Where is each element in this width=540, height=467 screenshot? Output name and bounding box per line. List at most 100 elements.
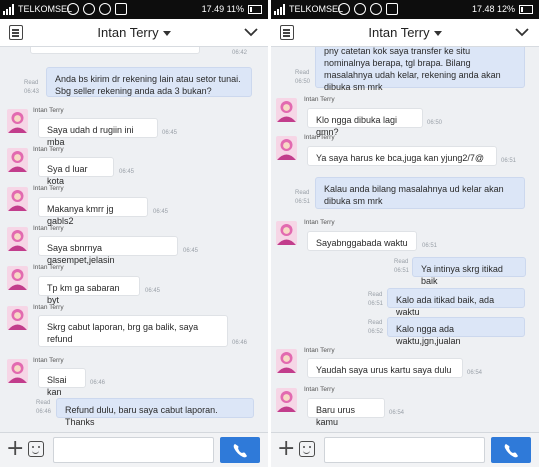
- whatsapp-icon: [338, 3, 350, 15]
- message-bubble-incoming[interactable]: Tp km ga sabaran byt: [38, 276, 140, 305]
- message-time: 06:43: [24, 89, 40, 95]
- message-bubble-outgoing[interactable]: Anda bs kirim dr rekening lain atau seto…: [46, 67, 252, 97]
- message-time: 06:42: [232, 50, 248, 56]
- message-bubble-incoming[interactable]: Makanya kmrr jg gabls2: [38, 197, 148, 226]
- message-bubble-outgoing[interactable]: Kalo ada itikad baik, ada waktu: [387, 288, 525, 317]
- avatar[interactable]: [7, 148, 28, 172]
- messenger-icon: [370, 3, 382, 15]
- message-time: 06:51: [501, 158, 517, 164]
- bbm-icon: [83, 3, 95, 15]
- avatar[interactable]: [276, 98, 297, 122]
- message-bubble-outgoing[interactable]: Kalo ngga ada waktu,jgn,jualan: [387, 317, 525, 346]
- caret-down-icon: [433, 31, 442, 37]
- message-bubble-outgoing[interactable]: Kalau anda bilang masalahnya ud kelar ak…: [315, 177, 525, 209]
- avatar[interactable]: [7, 187, 28, 211]
- clock-battery-text: 17.49 11%: [201, 4, 244, 14]
- message-time: 06:54: [389, 410, 405, 416]
- avatar[interactable]: [7, 359, 28, 383]
- sender-name: Intan Terry: [33, 304, 64, 311]
- read-receipt: Read: [368, 292, 383, 298]
- avatar[interactable]: [7, 266, 28, 290]
- avatar[interactable]: [7, 109, 28, 133]
- message-input[interactable]: [53, 437, 214, 463]
- message-bubble-incoming[interactable]: Yaudah saya urus kartu saya dulu: [307, 358, 463, 378]
- avatar[interactable]: [276, 349, 297, 373]
- chat-screen-right: TELKOMSEL 17.48 12% Intan Terry Read 06:…: [271, 0, 539, 467]
- chat-header: Intan Terry: [271, 19, 539, 47]
- message-bubble-incoming[interactable]: Klo ngga dibuka lagi gmn?: [307, 108, 423, 137]
- carrier-name: TELKOMSEL: [18, 4, 73, 14]
- plus-icon[interactable]: +: [277, 438, 295, 460]
- whatsapp-icon: [67, 3, 79, 15]
- message-bubble-incoming[interactable]: Slsai kan: [38, 368, 86, 397]
- bbm-icon: [354, 3, 366, 15]
- message-bubble-incoming[interactable]: Ya saya harus ke bca,juga kan yjung2/7@: [307, 146, 497, 166]
- message-bubble-incoming[interactable]: Saya udah d rugiin ini mba: [38, 118, 158, 147]
- sender-name: Intan Terry: [304, 219, 335, 226]
- sender-name: Intan Terry: [33, 185, 64, 192]
- caret-down-icon: [162, 31, 171, 37]
- message-bubble-incoming[interactable]: Baru urus kamu: [307, 398, 385, 427]
- call-button[interactable]: [220, 437, 260, 463]
- avatar[interactable]: [7, 227, 28, 251]
- read-receipt: Read: [295, 190, 310, 196]
- sender-name: Intan Terry: [304, 347, 335, 354]
- read-receipt: Read: [368, 320, 383, 326]
- message-list[interactable]: Read 06:50 pny catetan kok saya transfer…: [271, 47, 539, 432]
- gallery-icon: [115, 3, 127, 15]
- contact-title[interactable]: Intan Terry: [0, 25, 268, 40]
- message-bubble-incoming[interactable]: [30, 47, 200, 54]
- sender-name: Intan Terry: [33, 225, 64, 232]
- message-time: 06:54: [467, 370, 483, 376]
- sender-name: Intan Terry: [33, 146, 64, 153]
- status-bar: TELKOMSEL 17.48 12%: [271, 0, 539, 19]
- read-receipt: Read: [394, 259, 409, 265]
- chat-header: Intan Terry: [0, 19, 268, 47]
- message-input[interactable]: [324, 437, 485, 463]
- gallery-icon: [386, 3, 398, 15]
- message-bubble-outgoing[interactable]: Ya intinya skrg itikad baik: [412, 257, 526, 286]
- battery-icon: [248, 5, 262, 14]
- message-time: 06:51: [394, 268, 410, 274]
- emoji-icon[interactable]: [299, 441, 315, 457]
- sender-name: Intan Terry: [304, 96, 335, 103]
- composer-bar: +: [0, 432, 268, 467]
- message-time: 06:51: [422, 243, 438, 249]
- carrier-name: TELKOMSEL: [289, 4, 344, 14]
- plus-icon[interactable]: +: [6, 438, 24, 460]
- message-time: 06:50: [295, 79, 311, 85]
- emoji-icon[interactable]: [28, 441, 44, 457]
- composer-bar: +: [271, 432, 539, 467]
- avatar[interactable]: [276, 388, 297, 412]
- signal-icon: [274, 4, 286, 15]
- sender-name: Intan Terry: [304, 386, 335, 393]
- chevron-down-icon[interactable]: [244, 25, 258, 39]
- message-time: 06:45: [145, 288, 161, 294]
- message-time: 06:51: [368, 301, 384, 307]
- avatar[interactable]: [276, 221, 297, 245]
- chat-screen-left: TELKOMSEL 17.49 11% Intan Terry 06:42 Re…: [0, 0, 268, 467]
- read-receipt: Read: [295, 70, 310, 76]
- read-receipt: Read: [24, 80, 39, 86]
- avatar[interactable]: [7, 306, 28, 330]
- message-time: 06:46: [90, 380, 106, 386]
- avatar[interactable]: [276, 136, 297, 160]
- chevron-down-icon[interactable]: [515, 25, 529, 39]
- call-button[interactable]: [491, 437, 531, 463]
- message-time: 06:45: [119, 169, 135, 175]
- signal-icon: [3, 4, 15, 15]
- contact-title[interactable]: Intan Terry: [271, 25, 539, 40]
- message-bubble-incoming[interactable]: Sya d luar kota: [38, 157, 114, 186]
- messenger-icon: [99, 3, 111, 15]
- message-bubble-outgoing[interactable]: Refund dulu, baru saya cabut laporan. Th…: [56, 398, 254, 427]
- message-time: 06:45: [183, 248, 199, 254]
- status-bar: TELKOMSEL 17.49 11%: [0, 0, 268, 19]
- message-time: 06:46: [232, 340, 248, 346]
- message-time: 06:51: [295, 199, 311, 205]
- message-bubble-incoming[interactable]: Saya sbnrnya gasempet,jelasin: [38, 236, 178, 265]
- message-bubble-incoming[interactable]: Skrg cabut laporan, brg ga balik, saya r…: [38, 315, 228, 347]
- phone-icon: [233, 444, 247, 458]
- message-bubble-incoming[interactable]: Sayabnggabada waktu: [307, 231, 417, 251]
- message-list[interactable]: 06:42 Read 06:43 Anda bs kirim dr rekeni…: [0, 47, 268, 432]
- message-bubble-outgoing[interactable]: pny catetan kok saya transfer ke situ no…: [315, 47, 525, 92]
